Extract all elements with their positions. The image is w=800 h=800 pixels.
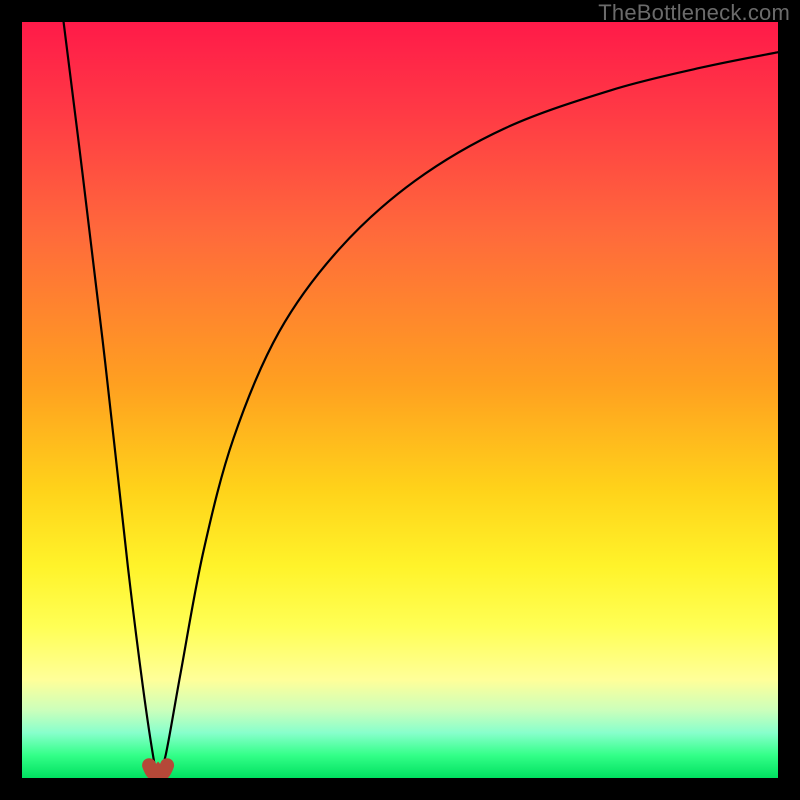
curve-right-arm (158, 52, 778, 774)
watermark-label: TheBottleneck.com (598, 0, 790, 26)
chart-frame: TheBottleneck.com (0, 0, 800, 800)
minimum-marker (149, 765, 167, 774)
plot-area (22, 22, 778, 778)
curve-left-arm (64, 22, 159, 774)
curve-layer (22, 22, 778, 778)
